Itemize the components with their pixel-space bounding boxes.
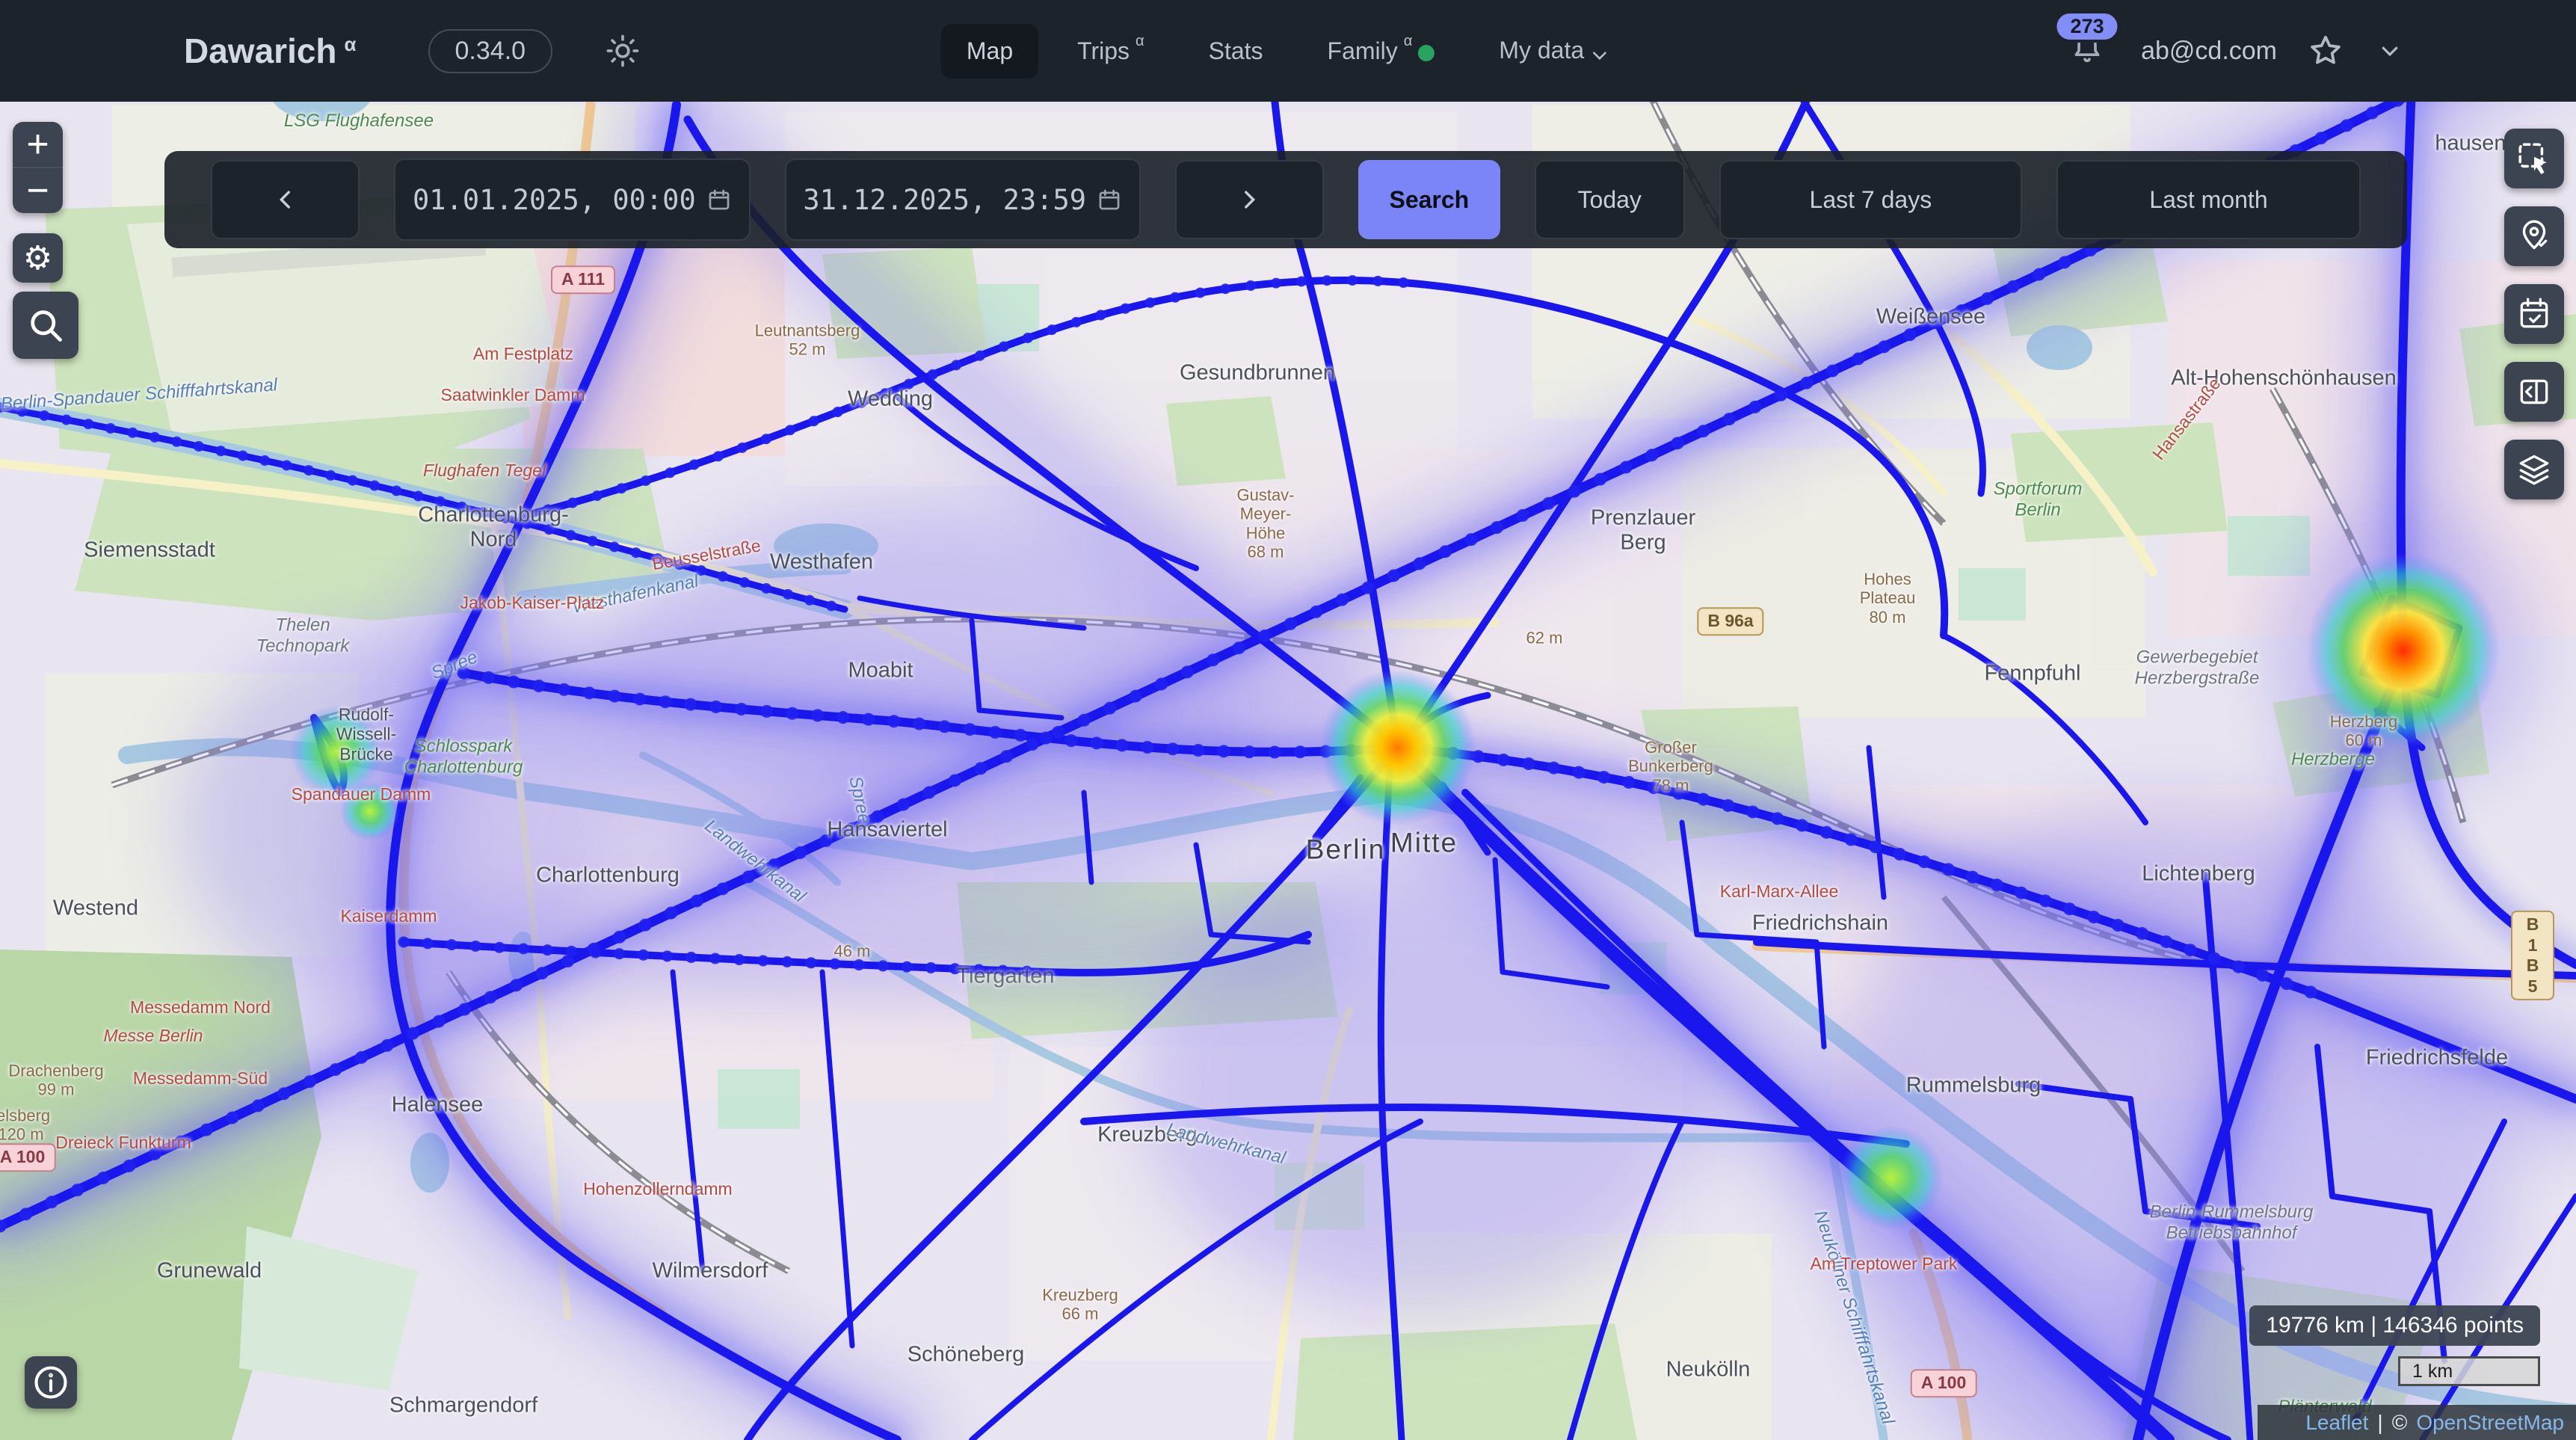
top-navbar: Dawarichα 0.34.0 Map Tripsα Stats Family… <box>0 0 2576 102</box>
main-nav: Map Tripsα Stats Familyα My data <box>941 0 1635 102</box>
zoom-out-button[interactable]: − <box>13 168 63 213</box>
map-search-button[interactable] <box>13 292 78 359</box>
calendar-panel-button[interactable] <box>2504 284 2564 344</box>
map-pin-check-icon <box>2515 218 2553 255</box>
gear-icon: ⚙ <box>23 239 52 277</box>
user-email[interactable]: ab@cd.com <box>2141 37 2277 66</box>
area-select-icon <box>2515 140 2553 177</box>
account-area: 273 ab@cd.com <box>2069 0 2406 102</box>
start-date-input[interactable]: 01.01.2025, 00:00 <box>394 159 750 241</box>
favorite-button[interactable] <box>2302 31 2349 70</box>
zoom-control: + − <box>13 122 63 213</box>
chevron-left-icon <box>273 183 298 216</box>
nav-tab-family[interactable]: Familyα <box>1302 24 1461 79</box>
notification-count-badge: 273 <box>2054 10 2121 43</box>
previous-period-button[interactable] <box>211 160 360 239</box>
calendar-icon <box>706 187 732 212</box>
toggle-panel-button[interactable] <box>2504 362 2564 422</box>
today-button[interactable]: Today <box>1535 160 1685 239</box>
leaflet-link[interactable]: Leaflet <box>2305 1411 2368 1435</box>
attribution-separator: | <box>2377 1411 2382 1435</box>
chevron-down-icon <box>2379 40 2401 62</box>
nav-tab-trips[interactable]: Tripsα <box>1052 24 1169 79</box>
star-icon <box>2307 32 2344 70</box>
layers-button[interactable] <box>2504 440 2564 499</box>
calendar-icon <box>1097 187 1122 212</box>
account-menu-button[interactable] <box>2374 39 2406 63</box>
distance-points-badge: 19776 km | 146346 points <box>2249 1305 2540 1346</box>
family-online-dot <box>1418 45 1435 61</box>
alpha-sup: α <box>1136 33 1144 50</box>
notifications-button[interactable]: 273 <box>2069 30 2105 73</box>
search-button[interactable]: Search <box>1358 160 1500 239</box>
zoom-in-button[interactable]: + <box>13 122 63 168</box>
last-month-button[interactable]: Last month <box>2056 160 2361 239</box>
info-icon <box>31 1363 70 1402</box>
alpha-sup: α <box>345 33 357 55</box>
chevron-down-icon <box>1590 46 1609 65</box>
map-settings-button[interactable]: ⚙ <box>13 233 63 283</box>
nav-tab-my-data[interactable]: My data <box>1473 23 1635 79</box>
end-date-input[interactable]: 31.12.2025, 23:59 <box>785 159 1141 241</box>
version-badge: 0.34.0 <box>428 29 553 73</box>
nav-tab-stats[interactable]: Stats <box>1183 24 1289 79</box>
copyright-symbol: © <box>2392 1411 2408 1435</box>
chevron-right-icon <box>1236 183 1262 216</box>
sidebar-toggle-icon <box>2515 373 2553 410</box>
osm-link[interactable]: OpenStreetMap <box>2416 1411 2564 1435</box>
date-filter-bar: 01.01.2025, 00:00 31.12.2025, 23:59 Sear… <box>164 151 2407 248</box>
last-7-days-button[interactable]: Last 7 days <box>1719 160 2022 239</box>
map-info-button[interactable] <box>25 1356 77 1409</box>
calendar-check-icon <box>2515 295 2553 333</box>
area-select-button[interactable] <box>2504 129 2564 188</box>
layers-icon <box>2515 451 2553 488</box>
dawarich-app: LSG FlughafenseehausenLeutnantsberg 52 m… <box>0 0 2576 1440</box>
theme-toggle-button[interactable] <box>599 31 647 71</box>
next-period-button[interactable] <box>1175 160 1324 239</box>
nav-tab-map[interactable]: Map <box>941 24 1038 79</box>
map-attribution: Leaflet | © OpenStreetMap <box>2258 1405 2576 1440</box>
ukraine-flag-icon <box>2270 1414 2296 1432</box>
brand[interactable]: Dawarichα <box>184 31 357 71</box>
visits-button[interactable] <box>2504 206 2564 266</box>
search-icon <box>26 306 65 345</box>
alpha-sup: α <box>1404 33 1413 50</box>
sun-icon <box>603 31 642 70</box>
app-logo: Dawarichα <box>184 31 357 71</box>
map-scale-bar: 1 km <box>2398 1356 2540 1386</box>
